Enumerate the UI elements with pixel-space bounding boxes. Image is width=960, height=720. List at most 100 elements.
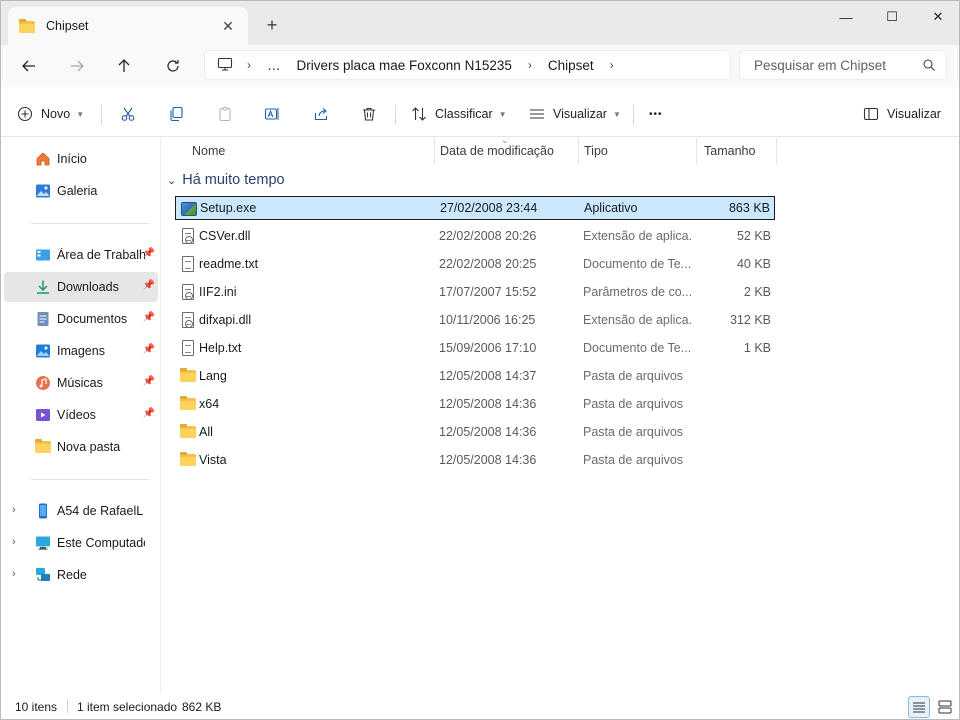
music-icon — [35, 375, 51, 391]
file-row[interactable]: IIF2.ini 17/07/2007 15:52 Parâmetros de co… — [175, 280, 775, 304]
folder-icon — [35, 439, 51, 455]
computer-icon — [35, 535, 51, 551]
pin-icon[interactable]: 📌 — [143, 280, 155, 291]
column-header-label: Tipo — [584, 144, 608, 158]
file-type: Extensão de aplica... — [583, 229, 691, 243]
file-row[interactable]: Setup.exe 27/02/2008 23:44 Aplicativo 863 K… — [175, 196, 775, 220]
application-icon — [181, 201, 197, 217]
file-date: 12/05/2008 14:36 — [439, 425, 537, 439]
chevron-right-icon[interactable]: › — [247, 58, 251, 72]
sidebar-item-desktop[interactable]: Área de Trabalho 📌 — [4, 240, 158, 270]
address-bar[interactable]: › … Drivers placa mae Foxconn N15235 › C… — [204, 50, 731, 80]
sidebar-item-phone[interactable]: › A54 de RafaelL — [4, 496, 158, 526]
status-bar: 10 itens 1 item selecionado 862 KB — [1, 693, 959, 719]
column-header-label: Data de modificação — [440, 144, 554, 158]
forward-button[interactable] — [62, 51, 92, 81]
sidebar-item-new-folder[interactable]: Nova pasta — [4, 432, 158, 462]
refresh-button[interactable] — [158, 51, 188, 81]
file-row[interactable]: CSVer.dll 22/02/2008 20:26 Extensão de apl… — [175, 224, 775, 248]
new-button[interactable]: Novo ▼ — [17, 99, 84, 129]
details-pane-label: Visualizar — [887, 107, 941, 121]
breadcrumb-chipset[interactable]: Chipset — [548, 58, 594, 73]
view-button[interactable]: Visualizar ▼ — [529, 99, 621, 129]
file-name: Vista — [199, 453, 227, 467]
file-size: 40 KB — [736, 257, 771, 271]
chevron-right-icon[interactable]: › — [610, 58, 614, 72]
chevron-right-icon[interactable]: › — [12, 536, 16, 548]
column-header-type[interactable]: Tipo — [579, 138, 697, 164]
file-row[interactable]: readme.txt 22/02/2008 20:25 Documento de T… — [175, 252, 775, 276]
search-input[interactable] — [740, 51, 920, 79]
folder-icon — [180, 368, 196, 384]
chevron-right-icon[interactable]: › — [12, 568, 16, 580]
file-size: 52 KB — [736, 229, 771, 243]
tiles-view-button[interactable] — [934, 696, 956, 718]
sidebar-item-documents[interactable]: Documentos 📌 — [4, 304, 158, 334]
sidebar-item-downloads[interactable]: Downloads 📌 — [4, 272, 158, 302]
copy-button[interactable] — [168, 99, 184, 129]
column-header-name[interactable]: Nome — [185, 138, 435, 164]
search-icon[interactable] — [922, 58, 936, 72]
sidebar-item-gallery[interactable]: Galeria — [4, 176, 158, 206]
file-row[interactable]: difxapi.dll 10/11/2006 16:25 Extensão de a… — [175, 308, 775, 332]
tiles-view-icon — [938, 700, 952, 714]
sidebar-item-videos[interactable]: Vídeos 📌 — [4, 400, 158, 430]
new-tab-button[interactable]: + — [261, 15, 283, 37]
file-name: Lang — [199, 369, 227, 383]
sidebar-item-label: Músicas — [57, 376, 103, 390]
delete-button[interactable] — [361, 99, 377, 129]
close-tab-button[interactable]: ✕ — [218, 16, 238, 36]
paste-button[interactable] — [217, 99, 233, 129]
breadcrumb-overflow[interactable]: … — [267, 58, 281, 73]
sidebar-item-music[interactable]: Músicas 📌 — [4, 368, 158, 398]
details-pane-icon — [863, 106, 879, 122]
pin-icon[interactable]: 📌 — [143, 344, 155, 355]
maximize-button[interactable]: ☐ — [869, 1, 915, 33]
file-size: 2 KB — [743, 285, 771, 299]
column-header-date[interactable]: Data de modificação — [435, 138, 579, 164]
group-header[interactable]: ⌄ Há muito tempo — [167, 172, 285, 188]
chevron-right-icon[interactable]: › — [528, 58, 532, 72]
sort-button[interactable]: Classificar ▼ — [411, 99, 507, 129]
file-type: Pasta de arquivos — [583, 397, 684, 411]
pin-icon[interactable]: 📌 — [143, 248, 155, 259]
file-size: 1 KB — [743, 341, 771, 355]
details-view-icon — [913, 702, 925, 713]
sidebar-item-home[interactable]: Início — [4, 144, 158, 174]
details-pane-button[interactable]: Visualizar — [863, 99, 941, 129]
file-type: Documento de Te... — [583, 341, 691, 355]
sidebar-item-network[interactable]: › Rede — [4, 560, 158, 590]
file-date: 15/09/2006 17:10 — [439, 341, 537, 355]
file-row[interactable]: Help.txt 15/09/2006 17:10 Documento de Te.… — [175, 336, 775, 360]
close-window-button[interactable]: ✕ — [915, 1, 959, 33]
sidebar-item-pictures[interactable]: Imagens 📌 — [4, 336, 158, 366]
sidebar-item-this-pc[interactable]: › Este Computador — [4, 528, 158, 558]
file-row[interactable]: x64 12/05/2008 14:36 Pasta de arquivos — [175, 392, 775, 416]
share-button[interactable] — [313, 99, 329, 129]
pin-icon[interactable]: 📌 — [143, 408, 155, 419]
breadcrumb-drivers[interactable]: Drivers placa mae Foxconn N15235 — [297, 58, 512, 73]
folder-icon — [19, 19, 37, 33]
up-button[interactable] — [109, 51, 139, 81]
more-options-button[interactable]: ••• — [649, 99, 663, 129]
sidebar-item-label: Documentos — [57, 312, 128, 326]
search-box[interactable] — [739, 50, 947, 80]
toolbar-divider — [395, 105, 396, 125]
file-row[interactable]: Vista 12/05/2008 14:36 Pasta de arquivos — [175, 448, 775, 472]
cut-button[interactable] — [120, 99, 136, 129]
back-button[interactable] — [14, 51, 44, 81]
folder-icon — [180, 396, 196, 412]
file-row[interactable]: Lang 12/05/2008 14:37 Pasta de arquivos — [175, 364, 775, 388]
file-row[interactable]: All 12/05/2008 14:36 Pasta de arquivos — [175, 420, 775, 444]
pin-icon[interactable]: 📌 — [143, 376, 155, 387]
details-view-button[interactable] — [908, 696, 930, 718]
rename-button[interactable] — [264, 99, 280, 129]
minimize-button[interactable]: — — [823, 1, 869, 33]
file-date: 22/02/2008 20:25 — [439, 257, 537, 271]
pin-icon[interactable]: 📌 — [143, 312, 155, 323]
chevron-down-icon[interactable]: ⌄ — [167, 174, 176, 187]
tab-chipset[interactable]: Chipset ✕ — [8, 7, 248, 45]
column-header-size[interactable]: Tamanho — [697, 138, 777, 164]
chevron-right-icon[interactable]: › — [12, 504, 16, 516]
arrow-left-icon — [22, 60, 35, 72]
